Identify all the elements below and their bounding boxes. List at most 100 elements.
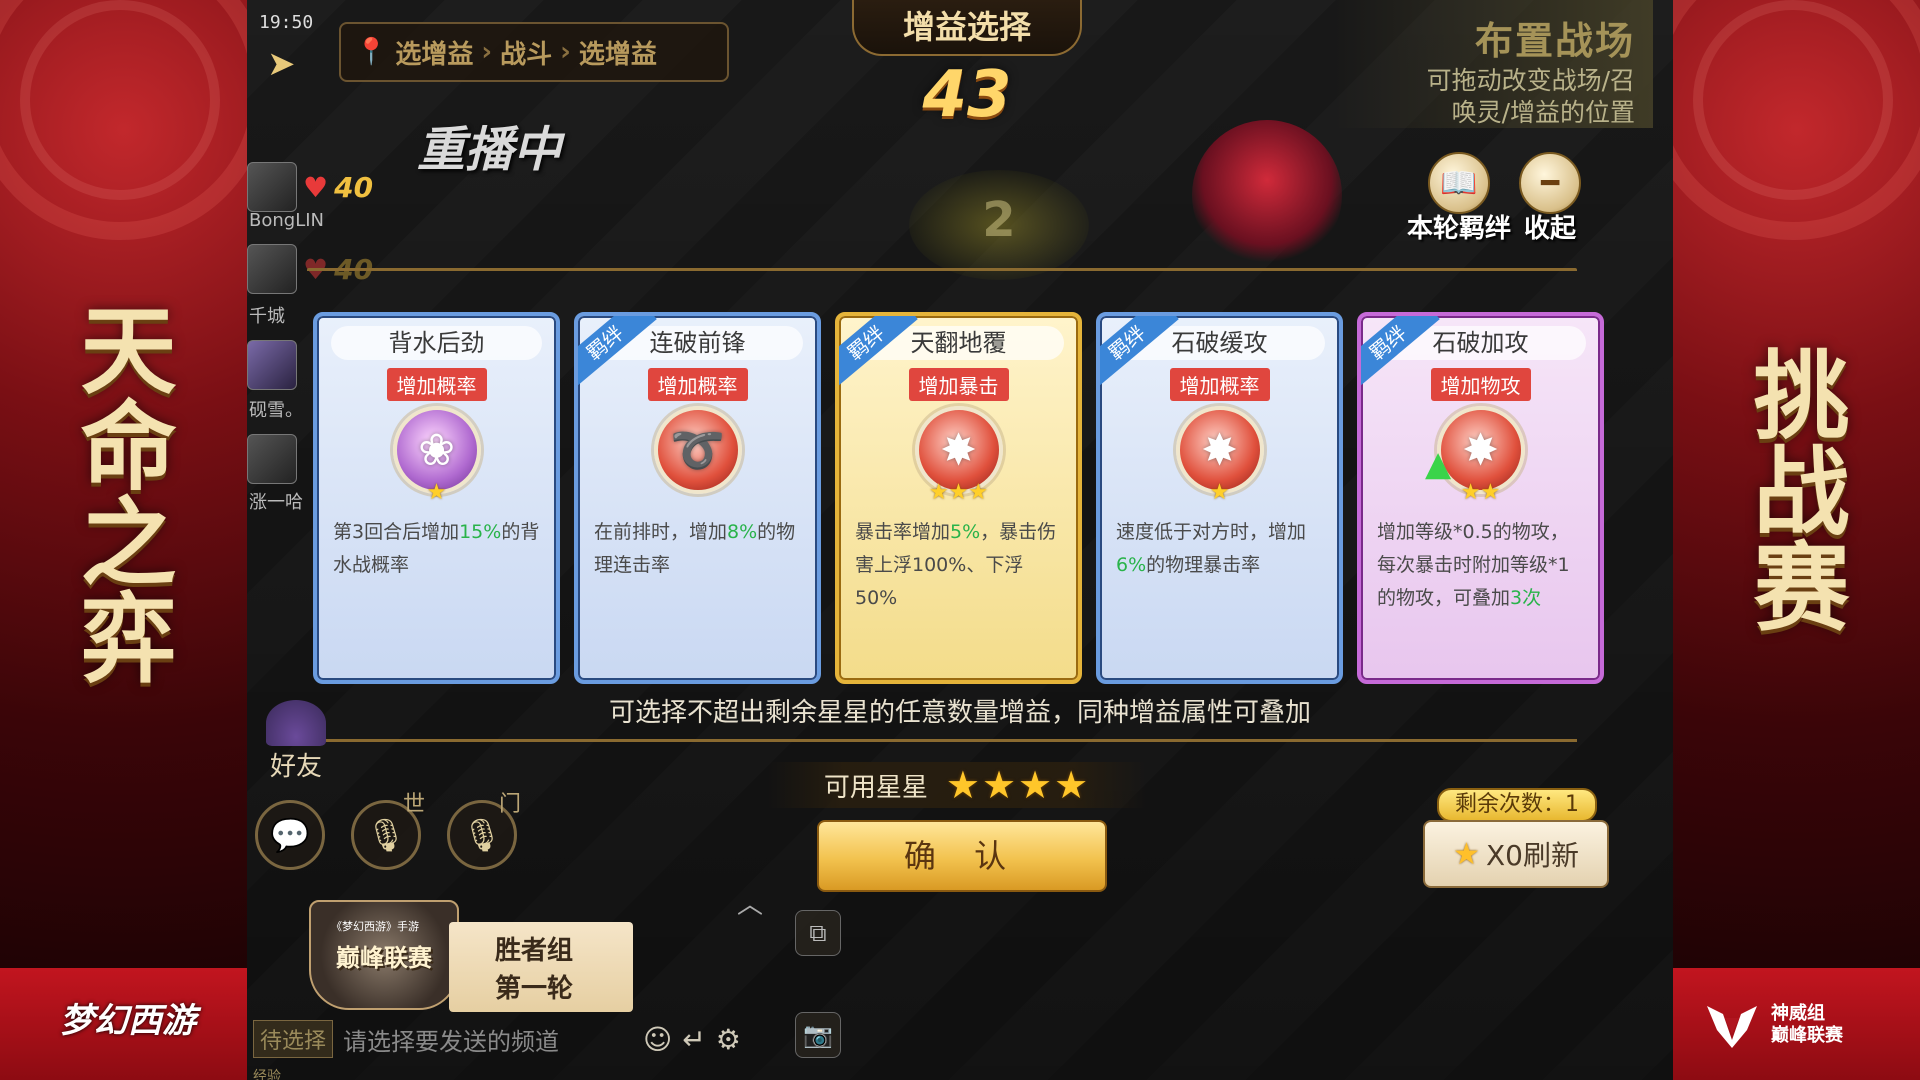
card-stars: ★ <box>1209 480 1230 505</box>
league-emblem: 《梦幻西游》手游 巅峰联赛 <box>309 900 459 1010</box>
breadcrumb: 📍 选增益 › 战斗 › 选增益 <box>339 22 729 82</box>
gear-icon[interactable]: ⚙ <box>716 1023 741 1056</box>
card-description: 在前排时，增加8%的物理连击率 <box>594 516 803 582</box>
left-bottom-band: 梦幻西游 <box>0 968 247 1080</box>
card-tag: 增加物攻 <box>1430 368 1531 401</box>
breadcrumb-step-2: 战斗 <box>500 39 553 70</box>
friend-hat-icon <box>266 700 326 746</box>
arrange-desc-line1: 可拖动改变战场/召 <box>1426 66 1635 95</box>
card-desc-highlight: 5% <box>950 521 981 543</box>
league-logo-line1: 神威组 <box>1771 1003 1825 1024</box>
arrange-desc-line2: 唤灵/增益的位置 <box>1451 98 1635 127</box>
card-description: 暴击率增加5%，暴击伤害上浮100%、下浮50% <box>855 516 1064 615</box>
card-tag: 增加概率 <box>647 368 748 401</box>
sect-channel-tag: 门 <box>499 792 522 817</box>
page-title: 增益选择 <box>852 0 1082 56</box>
panel-divider-top <box>307 268 1577 282</box>
buff-card[interactable]: 羁绊 石破缓攻 增加概率 ✸ ★ 速度低于对方时，增加6%的物理暴击率 <box>1096 312 1343 684</box>
card-desc-highlight: 6% <box>1116 554 1147 576</box>
chat-input[interactable]: 请选择要发送的频道 <box>343 1022 633 1057</box>
star-icon: ★ <box>1453 836 1480 872</box>
arrange-battlefield-hint: 布置战场 可拖动改变战场/召 唤灵/增益的位置 <box>1333 0 1653 128</box>
card-tag: 增加暴击 <box>908 368 1009 401</box>
buff-card[interactable]: 羁绊 连破前锋 增加概率 ➰ 在前排时，增加8%的物理连击率 <box>574 312 821 684</box>
avatar <box>247 162 297 212</box>
player-entry[interactable] <box>247 434 297 484</box>
league-logo-line2: 巅峰联赛 <box>1771 1025 1843 1046</box>
upgrade-arrow-icon: ▲ <box>1425 444 1452 484</box>
card-stars: ★★★ <box>928 480 989 505</box>
match-stage-line1: 胜者组 <box>495 936 574 966</box>
minus-icon: ━ <box>1519 152 1581 214</box>
avatar <box>247 434 297 484</box>
remaining-count-badge: 剩余次数：1 <box>1437 788 1597 822</box>
clock: 19:50 <box>259 12 314 33</box>
chat-bubble-button[interactable]: 💬 <box>255 800 325 870</box>
back-arrow-icon[interactable]: ➤ <box>267 44 296 84</box>
player-name: 涨一哈 <box>249 492 303 513</box>
emoji-icon[interactable]: ☺ <box>643 1023 672 1056</box>
card-desc-highlight: 3次 <box>1510 587 1542 609</box>
player-entry[interactable] <box>247 340 297 390</box>
right-side-title: 挑战赛 <box>1737 345 1849 633</box>
player-name: 千城 <box>249 306 285 327</box>
breadcrumb-separator: › <box>560 37 571 67</box>
location-pin-icon: 📍 <box>355 37 388 67</box>
breadcrumb-separator: › <box>481 37 493 67</box>
card-tag: 增加概率 <box>1169 368 1270 401</box>
book-icon: 📖 <box>1428 152 1490 214</box>
world-channel-tag: 世 <box>403 792 426 817</box>
buff-card[interactable]: 羁绊 石破加攻 增加物攻 ✸ ▲ ★★ 增加等级*0.5的物攻，每次暴击时附加等… <box>1357 312 1604 684</box>
round-bond-button[interactable]: 📖 本轮羁绊 <box>1407 152 1511 245</box>
breadcrumb-step-3: 选增益 <box>578 39 657 70</box>
breadcrumb-step-1: 选增益 <box>395 39 474 70</box>
match-stage: 胜者组 第一轮 <box>449 922 633 1012</box>
decor-swirl-inner <box>20 0 220 200</box>
player-entry[interactable]: ♥ 40 <box>247 162 373 212</box>
chat-bubble-icon: 💬 <box>270 816 310 854</box>
heart-icon: ♥ <box>303 170 329 204</box>
available-stars: 可用星星 ★★★★ <box>767 762 1147 808</box>
collapse-button[interactable]: ━ 收起 <box>1519 152 1581 245</box>
right-side-frame: 挑战赛 神威组 巅峰联赛 <box>1673 0 1920 1080</box>
left-side-frame: 天命之弈 梦幻西游 <box>0 0 247 1080</box>
confirm-button[interactable]: 确 认 <box>817 820 1107 892</box>
avatar <box>247 340 297 390</box>
friend-button[interactable]: 好友 <box>261 700 331 783</box>
refresh-label: X0刷新 <box>1485 839 1579 872</box>
panel-divider-bottom <box>307 728 1577 742</box>
player-name: BongLIN <box>249 210 324 231</box>
exp-label: 经验 <box>253 1069 281 1080</box>
buff-card-selected[interactable]: 羁绊 天翻地覆 增加暴击 ✸ ★★★ 暴击率增加5%，暴击伤害上浮100%、下浮… <box>835 312 1082 684</box>
chat-status: 待选择 <box>253 1020 334 1058</box>
match-stage-line2: 第一轮 <box>495 974 574 1004</box>
card-stars: ★ <box>426 480 447 505</box>
card-tag: 增加概率 <box>386 368 487 401</box>
switch-screen-icon[interactable]: ⧉ <box>795 910 841 956</box>
league-logo: 神威组 巅峰联赛 <box>1703 1000 1843 1050</box>
game-viewport: 2 19:50 ➤ 📍 选增益 › 战斗 › 选增益 重播中 ♥ 40 Bong… <box>247 0 1673 1080</box>
microphone-icon: 🎙 <box>365 816 407 854</box>
chat-bar: 待选择 请选择要发送的频道 ☺ ↵ ⚙ <box>247 1018 807 1060</box>
microphone-icon: 🎙 <box>461 816 503 854</box>
card-description: 第3回合后增加15%的背水战概率 <box>333 516 542 582</box>
card-desc-highlight: 15% <box>459 521 502 543</box>
card-description: 增加等级*0.5的物攻，每次暴击时附加等级*1的物攻，可叠加3次 <box>1377 516 1586 615</box>
available-stars-label: 可用星星 <box>823 772 928 803</box>
right-bottom-band: 神威组 巅峰联赛 <box>1673 968 1920 1080</box>
round-bond-label: 本轮羁绊 <box>1407 214 1512 244</box>
card-desc-text: 的物理暴击率 <box>1146 554 1261 576</box>
card-desc-text: 第3回合后增加 <box>333 521 460 543</box>
player-name: 砚雪。 <box>249 400 303 421</box>
card-desc-text: 暴击率增加 <box>855 521 951 543</box>
card-stars: ★★ <box>1460 480 1501 505</box>
friend-label: 好友 <box>269 752 322 782</box>
refresh-button[interactable]: ★ X0刷新 <box>1423 820 1609 888</box>
enter-icon[interactable]: ↵ <box>682 1023 705 1056</box>
dragon-emblem-icon: ➰ <box>653 406 742 494</box>
chevron-up-icon[interactable]: ︿ <box>737 884 763 921</box>
summon-creature[interactable] <box>1192 120 1342 270</box>
buff-card[interactable]: 背水后劲 增加概率 ❀ ★ 第3回合后增加15%的背水战概率 <box>313 312 560 684</box>
league-promo: 《梦幻西游》手游 巅峰联赛 胜者组 第一轮 <box>309 900 639 1012</box>
countdown-timer: 43 <box>922 58 1012 132</box>
